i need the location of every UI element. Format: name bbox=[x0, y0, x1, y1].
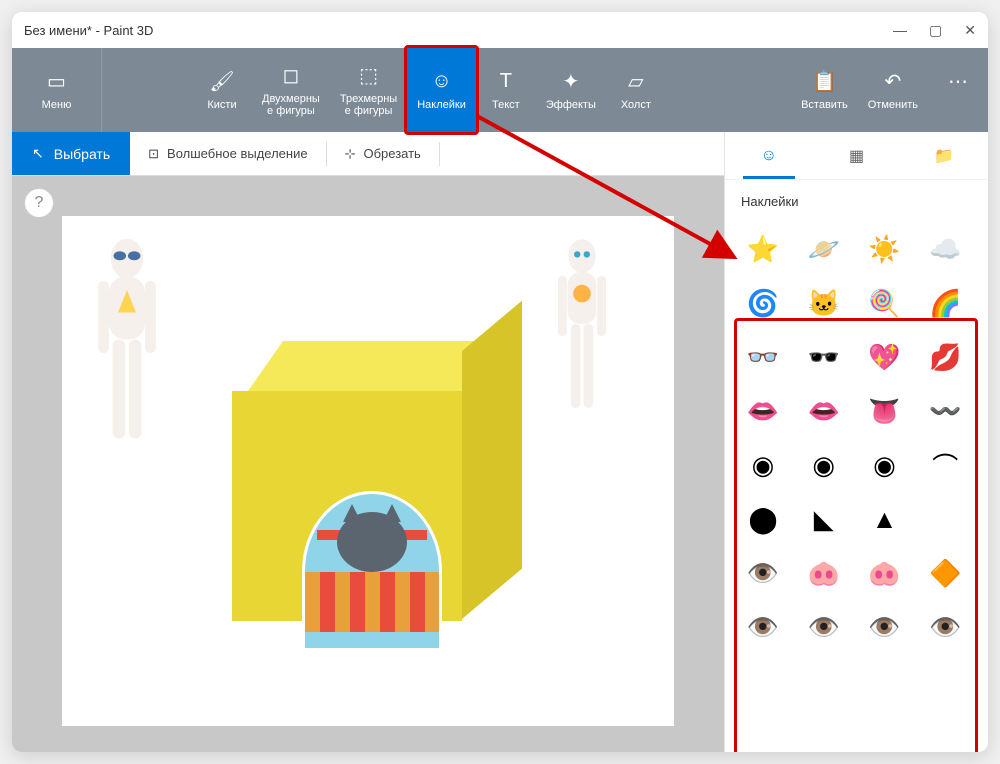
effects-tab[interactable]: ✦ Эффекты bbox=[536, 48, 606, 132]
magic-label: Волшебное выделение bbox=[167, 146, 308, 161]
sticker-tongue[interactable]: 👅 bbox=[859, 387, 911, 435]
sticker-nose-pig[interactable]: 🐽 bbox=[859, 549, 911, 597]
app-window: Без имени* - Paint 3D — ▢ ✕ ▭ Меню 🖌 Кис… bbox=[12, 12, 988, 752]
menu-button[interactable]: ▭ Меню bbox=[12, 48, 102, 132]
panel-tab-open[interactable]: 📁 bbox=[900, 132, 988, 179]
sticker-eye-green[interactable]: 👁️ bbox=[737, 603, 789, 651]
sticker-eye-lash[interactable]: 👁️ bbox=[737, 549, 789, 597]
smiley-icon: ☺ bbox=[761, 147, 777, 165]
sticker-nose-cone[interactable]: ▲ bbox=[859, 495, 911, 543]
canvas-label: Холст bbox=[621, 99, 651, 111]
crop-tool[interactable]: ⊹ Обрезать bbox=[327, 132, 439, 175]
3d-shapes-tab[interactable]: ⬚ Трехмерны е фигуры bbox=[330, 48, 407, 132]
effects-label: Эффекты bbox=[546, 99, 596, 111]
menu-label: Меню bbox=[42, 99, 72, 111]
mannequin-right[interactable] bbox=[542, 236, 622, 481]
undo-label: Отменить bbox=[868, 99, 918, 111]
help-button[interactable]: ? bbox=[24, 188, 54, 218]
sticker-eye-side[interactable]: ◉ bbox=[859, 441, 911, 489]
folder-icon: 📁 bbox=[934, 146, 954, 166]
brushes-tab[interactable]: 🖌 Кисти bbox=[192, 48, 252, 132]
mannequin-left[interactable] bbox=[82, 236, 172, 511]
canvas[interactable] bbox=[62, 216, 674, 726]
sticker-lollipop[interactable]: 🍭 bbox=[859, 279, 911, 327]
window-controls: — ▢ ✕ bbox=[893, 22, 976, 39]
sticker-eye-teal[interactable]: 👁️ bbox=[919, 603, 971, 651]
sticker-rainbow[interactable]: 🌈 bbox=[919, 279, 971, 327]
panel-title: Наклейки bbox=[725, 180, 988, 217]
text-icon: T bbox=[500, 69, 512, 93]
sticker-cat[interactable]: 🐱 bbox=[798, 279, 850, 327]
shapes3d-icon: ⬚ bbox=[359, 63, 378, 87]
sticker-nose-orange[interactable]: 🔶 bbox=[919, 549, 971, 597]
sticker-star[interactable]: ⭐ bbox=[737, 225, 789, 273]
effects-icon: ✦ bbox=[562, 69, 579, 93]
magic-icon: ⊡ bbox=[148, 146, 159, 162]
canvas-area: ? bbox=[12, 176, 724, 752]
ribbon: ▭ Меню 🖌 Кисти ◻ Двухмерны е фигуры ⬚ Тр… bbox=[12, 48, 988, 132]
stickers-label: Наклейки bbox=[417, 99, 466, 111]
more-button[interactable]: ⋯ bbox=[928, 48, 988, 132]
window-title: Без имени* - Paint 3D bbox=[24, 23, 153, 38]
titlebar: Без имени* - Paint 3D — ▢ ✕ bbox=[12, 12, 988, 48]
sticker-eye-blue[interactable]: 👁️ bbox=[798, 603, 850, 651]
sticker-lips[interactable]: 💋 bbox=[919, 333, 971, 381]
sticker-brow[interactable]: ⌒ bbox=[919, 441, 971, 489]
sticker-planet[interactable]: 🪐 bbox=[798, 225, 850, 273]
select-label: Выбрать bbox=[54, 146, 110, 162]
stickers-icon: ☺ bbox=[431, 69, 451, 93]
sticker-mouth-smile[interactable]: 👄 bbox=[798, 387, 850, 435]
magic-select-tool[interactable]: ⊡ Волшебное выделение bbox=[130, 132, 325, 175]
cat-sticker[interactable] bbox=[302, 491, 442, 651]
texture-icon: ▦ bbox=[849, 146, 864, 166]
canvas-tab[interactable]: ▱ Холст bbox=[606, 48, 666, 132]
brush-icon: 🖌 bbox=[209, 69, 234, 93]
paste-icon: 📋 bbox=[812, 69, 837, 93]
paste-button[interactable]: 📋 Вставить bbox=[791, 48, 858, 132]
panel-tabs: ☺ ▦ 📁 bbox=[725, 132, 988, 180]
menu-icon: ▭ bbox=[47, 69, 66, 93]
sticker-eye-up[interactable]: ◉ bbox=[798, 441, 850, 489]
close-button[interactable]: ✕ bbox=[964, 22, 976, 39]
cursor-icon: ↖ bbox=[32, 145, 44, 162]
maximize-button[interactable]: ▢ bbox=[929, 22, 942, 39]
text-tab[interactable]: T Текст bbox=[476, 48, 536, 132]
sticker-grid: ⭐🪐☀️☁️🌀🐱🍭🌈👓🕶️💖💋👄👄👅〰️◉◉◉⌒⬤◣▲ 👁️🐽🐽🔶👁️👁️👁️👁… bbox=[725, 217, 988, 663]
sticker-ear-pink[interactable]: ◣ bbox=[798, 495, 850, 543]
sticker-eye-yellow[interactable]: 👁️ bbox=[859, 603, 911, 651]
shapes2d-label: Двухмерны е фигуры bbox=[262, 93, 320, 117]
sticker-glasses-round[interactable]: 👓 bbox=[737, 333, 789, 381]
sticker-sun[interactable]: ☀️ bbox=[859, 225, 911, 273]
sticker-mouth-open[interactable]: 👄 bbox=[737, 387, 789, 435]
panel-tab-textures[interactable]: ▦ bbox=[813, 132, 901, 179]
shapes3d-label: Трехмерны е фигуры bbox=[340, 93, 397, 117]
canvas-icon: ▱ bbox=[628, 69, 643, 93]
paste-label: Вставить bbox=[801, 99, 848, 111]
minimize-button[interactable]: — bbox=[893, 22, 907, 39]
2d-shapes-tab[interactable]: ◻ Двухмерны е фигуры bbox=[252, 48, 330, 132]
sticker-blank[interactable] bbox=[919, 495, 971, 543]
crop-icon: ⊹ bbox=[345, 146, 356, 162]
shapes2d-icon: ◻ bbox=[283, 63, 300, 87]
sticker-nose-grey[interactable]: ⬤ bbox=[737, 495, 789, 543]
sticker-heart[interactable]: 💖 bbox=[859, 333, 911, 381]
cube-3d[interactable] bbox=[232, 341, 532, 641]
stickers-panel: ☺ ▦ 📁 Наклейки ⭐🪐☀️☁️🌀🐱🍭🌈👓🕶️💖💋👄👄👅〰️◉◉◉⌒⬤… bbox=[724, 132, 988, 752]
crop-label: Обрезать bbox=[363, 146, 420, 161]
text-label: Текст bbox=[492, 99, 520, 111]
undo-icon: ↶ bbox=[884, 69, 901, 93]
more-icon: ⋯ bbox=[948, 69, 968, 93]
select-tool[interactable]: ↖ Выбрать bbox=[12, 132, 130, 175]
panel-tab-stickers[interactable]: ☺ bbox=[725, 132, 813, 179]
undo-button[interactable]: ↶ Отменить bbox=[858, 48, 928, 132]
stickers-tab[interactable]: ☺ Наклейки bbox=[407, 48, 476, 132]
sticker-nose-dog[interactable]: 🐽 bbox=[798, 549, 850, 597]
sticker-spiral[interactable]: 🌀 bbox=[737, 279, 789, 327]
sticker-eye-dot[interactable]: ◉ bbox=[737, 441, 789, 489]
brushes-label: Кисти bbox=[207, 99, 236, 111]
sticker-mustache[interactable]: 〰️ bbox=[919, 387, 971, 435]
sticker-glasses-cool[interactable]: 🕶️ bbox=[798, 333, 850, 381]
sticker-cloud[interactable]: ☁️ bbox=[919, 225, 971, 273]
more-label bbox=[956, 99, 959, 111]
